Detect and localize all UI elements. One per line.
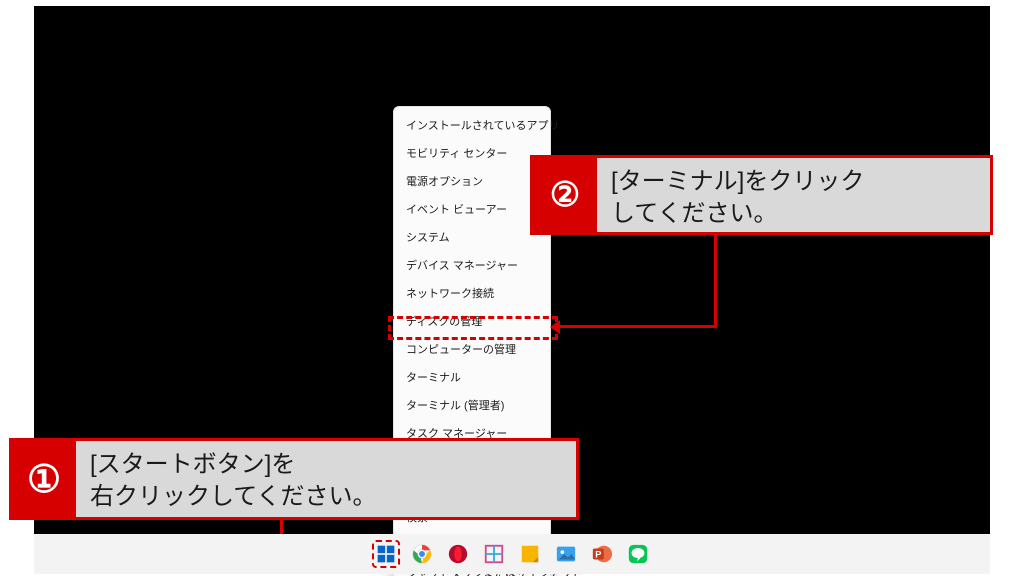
line-icon xyxy=(627,543,649,565)
taskbar-powerpoint[interactable]: P xyxy=(588,540,616,568)
menu-item-mobility-center[interactable]: モビリティ センター xyxy=(394,139,550,167)
opera-icon xyxy=(447,543,469,565)
taskbar-line[interactable] xyxy=(624,540,652,568)
menu-item-device-manager[interactable]: デバイス マネージャー xyxy=(394,251,550,279)
callout-2-number: ② xyxy=(533,158,597,232)
chrome-icon xyxy=(411,543,433,565)
taskbar-opera[interactable] xyxy=(444,540,472,568)
menu-item-system[interactable]: システム xyxy=(394,223,550,251)
taskbar-snip[interactable] xyxy=(480,540,508,568)
taskbar-notes[interactable] xyxy=(516,540,544,568)
menu-item-terminal-admin[interactable]: ターミナル (管理者) xyxy=(394,391,550,419)
connector-2-vertical xyxy=(714,235,717,328)
start-button[interactable] xyxy=(372,540,400,568)
menu-item-computer-management[interactable]: コンピューターの管理 xyxy=(394,335,550,363)
notes-icon xyxy=(519,543,541,565)
menu-item-terminal[interactable]: ターミナル xyxy=(394,363,550,391)
photos-icon xyxy=(555,543,577,565)
menu-item-power-options[interactable]: 電源オプション xyxy=(394,167,550,195)
start-icon xyxy=(376,543,396,565)
snip-icon xyxy=(483,543,505,565)
taskbar-photos[interactable] xyxy=(552,540,580,568)
callout-1-number: ① xyxy=(12,441,76,517)
callout-1-text: [スタートボタン]を 右クリックしてください。 xyxy=(76,441,576,517)
menu-item-installed-apps[interactable]: インストールされているアプリ xyxy=(394,111,550,139)
menu-item-disk-management[interactable]: ディスクの管理 xyxy=(394,307,550,335)
svg-text:P: P xyxy=(595,550,601,560)
connector-2-arrowhead xyxy=(550,320,560,334)
screenshot-stage: インストールされているアプリ モビリティ センター 電源オプション イベント ビ… xyxy=(0,0,1024,576)
callout-2-text: [ターミナル]をクリック してください。 xyxy=(597,158,990,232)
callout-1: ① [スタートボタン]を 右クリックしてください。 xyxy=(9,438,579,520)
callout-2: ② [ターミナル]をクリック してください。 xyxy=(530,155,993,235)
powerpoint-icon: P xyxy=(591,543,613,565)
taskbar-chrome[interactable] xyxy=(408,540,436,568)
menu-item-network-connections[interactable]: ネットワーク接続 xyxy=(394,279,550,307)
connector-2-horizontal xyxy=(558,325,714,328)
taskbar: P xyxy=(34,534,990,574)
menu-item-event-viewer[interactable]: イベント ビューアー xyxy=(394,195,550,223)
